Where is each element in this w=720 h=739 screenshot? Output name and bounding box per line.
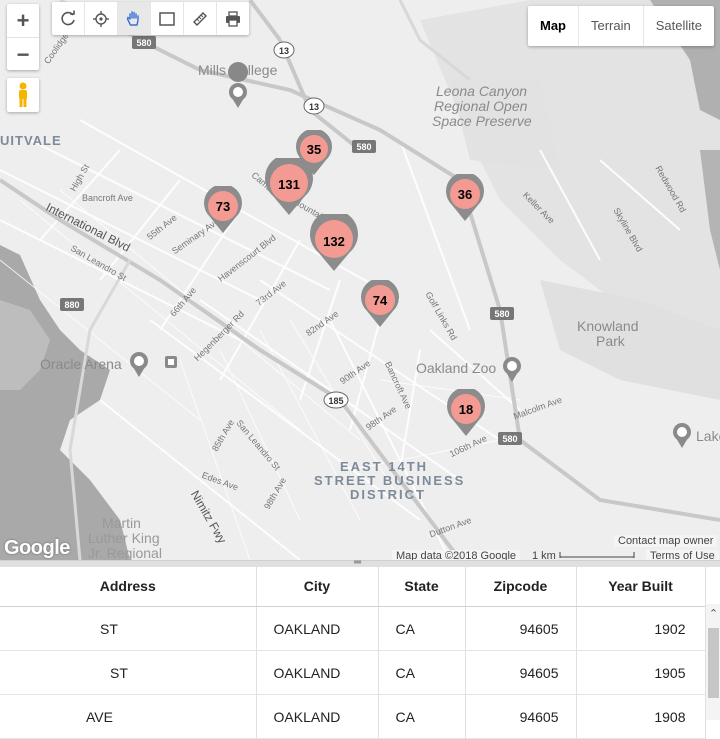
rectangle-select-icon[interactable]: [151, 2, 184, 35]
cell-zipcode: 94605: [465, 606, 577, 651]
cell-address: ST: [0, 606, 257, 651]
label-leona-1: Leona Canyon: [436, 83, 528, 99]
column-header-address[interactable]: Address: [0, 566, 257, 607]
scroll-up-icon[interactable]: ⌃: [706, 604, 720, 624]
terms-of-use-link[interactable]: Terms of Use: [646, 550, 719, 560]
table-row[interactable]: ST OAKLAND CA 94605 1905: [0, 650, 706, 695]
label-leona-2: Regional Open: [434, 98, 528, 114]
cluster-marker[interactable]: 18: [446, 387, 486, 442]
table-scrollbar[interactable]: ⌃: [705, 604, 720, 720]
contact-map-owner-link[interactable]: Contact map owner: [614, 535, 718, 547]
cell-state: CA: [378, 694, 466, 739]
google-logo[interactable]: Google: [4, 537, 70, 560]
label-arena: Oracle Arena: [40, 356, 122, 372]
cell-address: ST: [0, 650, 257, 695]
table-row[interactable]: AVE OAKLAND CA 94605 1908: [0, 694, 706, 739]
district-label-3: DISTRICT: [350, 487, 426, 502]
map-type-map[interactable]: Map: [528, 6, 579, 46]
label-mills-college: Mills College: [198, 62, 278, 78]
label-oakland-zoo: Oakland Zoo: [416, 360, 497, 376]
zoom-out-button[interactable]: −: [7, 37, 39, 71]
cluster-marker[interactable]: 36: [445, 172, 485, 227]
cluster-count: 132: [323, 234, 345, 249]
cell-year-built: 1905: [576, 650, 706, 695]
map-type-terrain[interactable]: Terrain: [579, 6, 644, 46]
street-view-pegman-icon[interactable]: [7, 78, 39, 112]
cell-zipcode: 94605: [465, 650, 577, 695]
district-label-1: EAST 14TH: [340, 459, 429, 474]
cluster-count: 18: [458, 402, 474, 417]
cluster-count: 74: [372, 293, 388, 308]
label-knowland-2: Park: [596, 333, 625, 349]
cell-year-built: 1902: [576, 606, 706, 651]
column-header-state[interactable]: State: [378, 566, 466, 607]
label-mlk-3: Jr. Regional: [88, 545, 162, 560]
zoom-in-button[interactable]: +: [7, 4, 39, 37]
map-type-satellite[interactable]: Satellite: [644, 6, 714, 46]
locate-icon[interactable]: [85, 2, 118, 35]
svg-text:580: 580: [136, 38, 151, 48]
label-knowland-1: Knowland: [577, 318, 639, 334]
label-leona-3: Space Preserve: [432, 113, 532, 129]
cell-city: OAKLAND: [256, 650, 379, 695]
cluster-marker[interactable]: 132: [309, 210, 359, 277]
column-header-year-built[interactable]: Year Built: [576, 566, 706, 607]
results-table: Address City State Zipcode Year Built ST…: [0, 566, 706, 739]
map-type-control: Map Terrain Satellite: [528, 6, 714, 46]
ruler-icon[interactable]: [184, 2, 217, 35]
cluster-count: 35: [306, 142, 322, 157]
map-attribution: Map data ©2018 Google: [392, 550, 521, 560]
cell-city: OAKLAND: [256, 606, 379, 651]
column-header-city[interactable]: City: [256, 566, 379, 607]
map-toolbar: [52, 2, 249, 35]
table-header-row: Address City State Zipcode Year Built: [0, 566, 706, 607]
map-view[interactable]: 580 13 13 580 880 580 185 580 Mills Coll…: [0, 0, 720, 560]
scrollbar-thumb[interactable]: [708, 628, 719, 698]
label-mlk-1: Martin: [102, 515, 141, 531]
label-mlk-2: Luther King: [88, 530, 160, 546]
cluster-count: 131: [278, 177, 300, 192]
svg-text:13: 13: [309, 102, 319, 112]
cluster-count: 36: [457, 187, 473, 202]
cluster-marker[interactable]: 73: [203, 184, 243, 239]
label-lake: Lake: [696, 428, 720, 444]
cell-state: CA: [378, 650, 466, 695]
cluster-marker[interactable]: 74: [360, 278, 400, 333]
cluster-marker[interactable]: 131: [264, 154, 314, 221]
refresh-icon[interactable]: [52, 2, 85, 35]
column-header-zipcode[interactable]: Zipcode: [465, 566, 577, 607]
street-bancroft-2: Bancroft Ave: [82, 193, 133, 203]
print-icon[interactable]: [217, 2, 249, 35]
svg-text:580: 580: [356, 142, 371, 152]
svg-text:880: 880: [64, 300, 79, 310]
svg-text:185: 185: [328, 396, 343, 406]
svg-text:580: 580: [502, 434, 517, 444]
cluster-count: 73: [215, 199, 231, 214]
cell-address: AVE: [0, 694, 257, 739]
cell-state: CA: [378, 606, 466, 651]
label-fruitvale: UITVALE: [0, 133, 62, 148]
pan-hand-icon[interactable]: [118, 2, 151, 35]
cell-city: OAKLAND: [256, 694, 379, 739]
zoom-control: + −: [7, 4, 39, 70]
district-label-2: STREET BUSINESS: [314, 473, 466, 488]
scale-label: 1 km: [532, 550, 556, 560]
cell-year-built: 1908: [576, 694, 706, 739]
table-row[interactable]: ST OAKLAND CA 94605 1902: [0, 606, 706, 651]
svg-text:13: 13: [279, 46, 289, 56]
svg-text:580: 580: [494, 309, 509, 319]
cell-zipcode: 94605: [465, 694, 577, 739]
